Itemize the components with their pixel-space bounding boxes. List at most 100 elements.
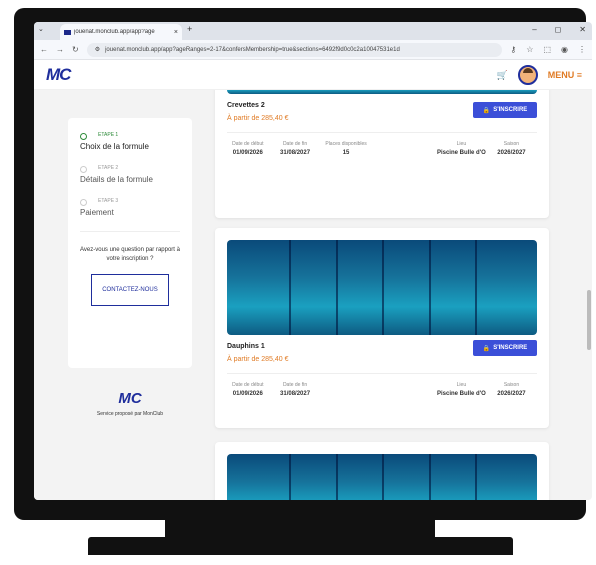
step-indicator-icon [80,166,87,173]
places-label: Places disponibles [325,141,367,147]
monitor-screen: ⌄ jouenat.monclub.app/app?age × + – ◻ ✕ … [34,22,592,500]
start-date-value: 01/09/2026 [232,391,263,397]
forward-icon[interactable]: → [56,45,64,54]
card-info-row: Date de début 01/09/2026 Date de fin 31/08… [227,373,537,398]
saison: Saison 2026/2027 [486,382,537,398]
url-field[interactable]: ⚙ jouenat.monclub.app/app?ageRanges=2-17… [86,42,503,57]
site-info-icon[interactable]: ⚙ [95,46,100,53]
address-bar-row: ← → ↻ ⚙ jouenat.monclub.app/app?ageRange… [34,40,592,60]
page-scrollbar[interactable] [586,90,592,500]
lieu: Lieu Piscine Bulle d'O [437,382,486,398]
avatar[interactable] [517,65,538,85]
extensions-icon[interactable]: ⬚ [543,45,551,54]
browser-tab[interactable]: jouenat.monclub.app/app?age × [60,24,182,40]
scrollbar-thumb[interactable] [587,290,591,350]
places: Places disponibles 15 [322,141,371,157]
saison-label: Saison [503,141,520,147]
registration-stepper: ETAPE 1 Choix de la formule ETAPE 2 Déta… [68,118,192,368]
bookmark-star-icon[interactable]: ☆ [526,45,533,54]
monitor-stand-base [88,537,513,555]
browser-tabbar: ⌄ jouenat.monclub.app/app?age × + – ◻ ✕ [34,22,592,40]
profile-icon[interactable]: ◉ [561,45,568,54]
new-tab-button[interactable]: + [187,24,192,34]
step-label: ETAPE 1 [98,132,119,138]
pool-image [227,90,537,94]
lieu-label: Lieu [456,141,467,147]
lock-icon: 🔒 [482,345,491,352]
saison: Saison 2026/2027 [486,141,537,157]
step-label: ETAPE 3 [98,198,119,204]
lieu-value: Piscine Bulle d'O [436,391,486,397]
minimize-button[interactable]: – [532,25,536,34]
browser-menu-icon[interactable]: ⋮ [578,45,586,54]
formula-card: Dauphins 1 À partir de 285,40 € 🔒 S'INSC… [215,228,549,428]
register-label: S'INSCRIRE [493,107,528,113]
reload-icon[interactable]: ↻ [72,45,79,54]
close-tab-icon[interactable]: × [174,29,178,36]
step-2: ETAPE 2 Détails de la formule [80,165,180,184]
monitor-stand-neck [165,520,435,538]
step-name: Paiement [80,208,114,217]
step-indicator-icon [80,199,87,206]
tab-search-icon[interactable]: ⌄ [38,25,44,33]
saison-value: 2026/2027 [497,150,526,156]
card-info-row: Date de début 01/09/2026 Date de fin 31/08… [227,132,537,157]
menu-label: MENU [547,70,575,80]
powered-by-text: Service proposé par MonClub [96,411,164,417]
password-key-icon[interactable]: ⚷ [510,45,516,54]
tab-title: jouenat.monclub.app/app?age [74,29,155,35]
lieu-label: Lieu [456,382,467,388]
window-controls: – ◻ ✕ [532,25,586,34]
url-text: jouenat.monclub.app/app?ageRanges=2-17&c… [105,46,400,53]
end-date: Date de fin 31/08/2027 [269,141,322,157]
end-date-value: 31/08/2027 [280,150,311,156]
saison-value: 2026/2027 [497,391,526,397]
menu-button[interactable]: MENU ≡ [548,70,582,80]
step-label: ETAPE 2 [98,165,119,171]
card-price: À partir de 285,40 € [227,356,289,363]
monclub-logo[interactable]: MC [46,65,71,85]
lieu-value: Piscine Bulle d'O [436,150,486,156]
start-date-label: Date de début [232,141,264,147]
monclub-footer-logo: MC [118,390,142,407]
start-date: Date de début 01/09/2026 [227,382,269,398]
formula-card: Crevettes 2 À partir de 285,40 € 🔒 S'INS… [215,90,549,218]
register-button[interactable]: 🔒 S'INSCRIRE [473,340,537,356]
close-window-button[interactable]: ✕ [579,25,586,34]
cart-icon[interactable]: 🛒 [497,70,508,81]
end-date-label: Date de fin [282,382,308,388]
register-label: S'INSCRIRE [493,345,528,351]
start-date-value: 01/09/2026 [232,150,263,156]
start-date-label: Date de début [232,382,264,388]
site-header: MC 🛒 MENU ≡ [34,60,592,90]
hamburger-icon: ≡ [576,70,582,80]
monitor-frame: ⌄ jouenat.monclub.app/app?age × + – ◻ ✕ … [14,8,592,520]
formula-card [215,442,549,500]
lieu: Lieu Piscine Bulle d'O [437,141,486,157]
end-date-label: Date de fin [282,141,308,147]
help-text: Avez-vous une question par rapport à vot… [80,247,180,262]
places-value: 15 [342,150,350,156]
toolbar-icons: ⚷ ☆ ⬚ ◉ ⋮ [510,45,586,54]
step-indicator-icon [80,133,87,140]
saison-label: Saison [503,382,520,388]
start-date: Date de début 01/09/2026 [227,141,269,157]
step-1: ETAPE 1 Choix de la formule [80,132,180,151]
powered-by: MC Service proposé par MonClub [68,390,192,417]
main-content: ETAPE 1 Choix de la formule ETAPE 2 Déta… [34,90,592,500]
pool-image [227,240,537,335]
step-3: ETAPE 3 Paiement [80,198,180,217]
register-button[interactable]: 🔒 S'INSCRIRE [473,102,537,118]
lock-icon: 🔒 [482,107,491,114]
favicon-icon [64,29,71,35]
pool-image [227,454,537,500]
maximize-button[interactable]: ◻ [555,25,562,34]
back-icon[interactable]: ← [40,45,48,54]
step-name: Détails de la formule [80,175,153,184]
end-date-value: 31/08/2027 [280,391,311,397]
end-date: Date de fin 31/08/2027 [269,382,322,398]
contact-button[interactable]: CONTACTEZ-NOUS [91,274,169,306]
step-name: Choix de la formule [80,142,149,151]
header-actions: 🛒 MENU ≡ [497,65,582,85]
help-section: Avez-vous une question par rapport à vot… [80,231,180,306]
